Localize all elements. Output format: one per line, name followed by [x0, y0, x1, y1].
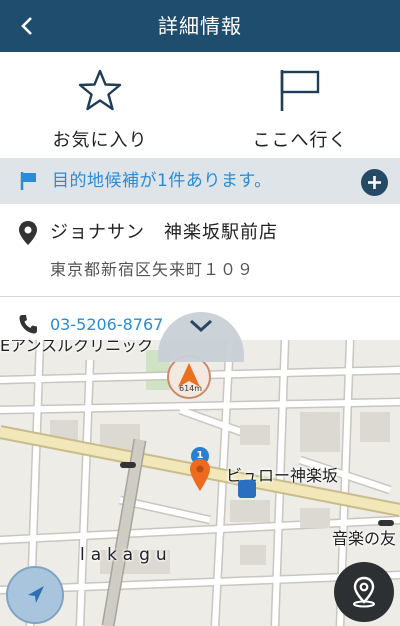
destination-pin-icon[interactable] [189, 458, 211, 492]
route-button[interactable] [334, 562, 394, 622]
destination-candidates-banner[interactable]: 目的地候補が1件あります。 [0, 158, 400, 204]
locate-button[interactable] [6, 566, 64, 624]
add-candidate-button[interactable] [361, 169, 388, 196]
nav-distance: 614m [179, 384, 203, 393]
phone-icon [19, 315, 37, 334]
navigation-arrow-icon [28, 586, 44, 603]
route-pin-icon [353, 576, 375, 608]
plus-circle-icon [368, 176, 381, 189]
place-address: 東京都新宿区矢来町１０９ [50, 260, 255, 279]
place-name: ジョナサン 神楽坂駅前店 [50, 222, 278, 243]
page-title: 詳細情報 [158, 14, 242, 38]
go-here-button[interactable]: ここへ行く [200, 52, 400, 158]
candidates-text: 目的地候補が1件あります。 [52, 171, 272, 191]
star-outline-icon [78, 69, 122, 111]
app-header: 詳細情報 [0, 0, 400, 52]
go-here-label: ここへ行く [252, 130, 348, 151]
location-pin-icon [19, 221, 37, 245]
flag-icon [20, 172, 36, 190]
map-label-lakagu: lakagu [80, 545, 173, 565]
train-station-icon [238, 480, 256, 498]
phone-number-link[interactable]: 03-5206-8767 [50, 315, 163, 334]
chevron-down-icon [189, 319, 213, 333]
map-label-clinic: Eアンスルクリニック [0, 340, 154, 355]
map-label-music: 音楽の友 [332, 529, 397, 548]
favorite-label: お気に入り [52, 130, 148, 151]
favorite-button[interactable]: お気に入り [0, 52, 200, 158]
action-bar: お気に入り ここへ行く [0, 52, 400, 158]
place-info: ジョナサン 神楽坂駅前店 東京都新宿区矢来町１０９ [0, 204, 400, 296]
flag-outline-icon [280, 70, 320, 111]
